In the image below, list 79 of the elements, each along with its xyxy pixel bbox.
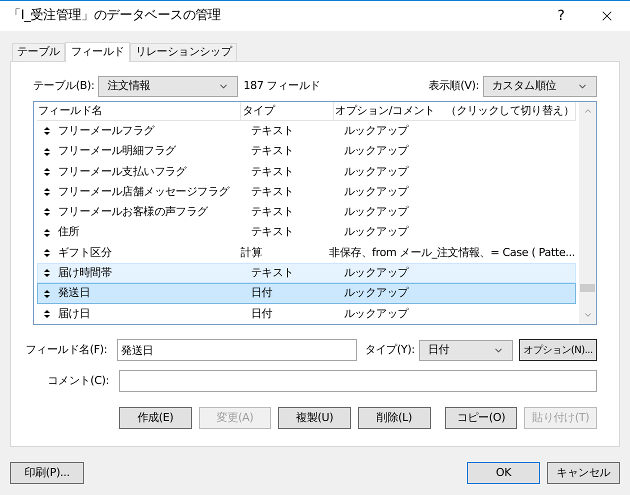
field-name: ギフト区分	[58, 244, 112, 261]
field-name: 発送日	[58, 285, 90, 302]
field-type: 日付	[251, 286, 272, 300]
options-button[interactable]: オプション(N)...	[519, 339, 597, 361]
field-options: 非保存、from メール_注文情報、= Case ( Patte...	[329, 246, 575, 259]
column-header[interactable]: フィールド名	[37, 102, 242, 120]
field-type: テキスト	[251, 124, 294, 138]
scrollbar[interactable]	[579, 102, 596, 324]
column-header[interactable]: オプション/コメント （クリックして切り替え）	[334, 102, 576, 120]
cancel-button[interactable]: キャンセル	[547, 462, 620, 484]
table-dropdown[interactable]: 注文情報	[98, 76, 238, 97]
drag-handle-icon	[44, 188, 50, 196]
drag-handle-icon	[44, 127, 50, 136]
type-dropdown[interactable]: 日付	[418, 340, 513, 360]
column-header[interactable]: タイプ	[241, 102, 334, 120]
field-name: フリーメールお客様の声フラグ	[58, 204, 208, 220]
tab[interactable]: リレーションシップ	[130, 43, 237, 61]
field-name: 住所	[58, 224, 80, 240]
action-button[interactable]: コピー(O)	[444, 407, 518, 429]
action-button[interactable]: 複製(U)	[278, 407, 352, 429]
field-row[interactable]: 届け時間帯 テキスト ルックアップ	[37, 263, 576, 284]
table-label: テーブル(B):	[33, 78, 94, 94]
action-button[interactable]: 作成(E)	[119, 407, 192, 429]
drag-handle-icon	[44, 208, 50, 216]
field-type: テキスト	[251, 164, 294, 178]
field-type: テキスト	[251, 144, 294, 158]
field-type: テキスト	[251, 225, 294, 238]
field-row[interactable]: 届け日 日付 ルックアップ	[37, 304, 576, 324]
field-row[interactable]: フリーメール明細フラグ テキスト ルックアップ	[37, 142, 576, 162]
type-label: タイプ(Y):	[364, 342, 415, 358]
field-type: テキスト	[251, 205, 294, 218]
field-options: ルックアップ	[344, 225, 408, 238]
drag-handle-icon	[44, 290, 50, 298]
tab[interactable]: フィールド	[64, 42, 130, 62]
sort-order-label: 表示順(V):	[428, 78, 479, 94]
field-row[interactable]: フリーメール支払いフラグ テキスト ルックアップ	[37, 162, 576, 182]
drag-handle-icon	[44, 168, 50, 176]
field-name: 届け日	[58, 306, 90, 322]
tab[interactable]: テーブル	[12, 43, 65, 61]
field-name: 届け時間帯	[58, 265, 112, 281]
help-button[interactable]: ?	[538, 1, 584, 31]
window-title: 「I_受注管理」のデータベースの管理	[8, 7, 222, 26]
field-row[interactable]: 発送日 日付 ルックアップ	[37, 283, 576, 304]
ok-button[interactable]: OK	[467, 462, 540, 484]
drag-handle-icon	[44, 248, 50, 257]
field-row[interactable]: ギフト区分 計算 非保存、from メール_注文情報、= Case ( Patte...	[37, 242, 576, 264]
field-type: 日付	[251, 306, 272, 320]
field-row[interactable]: フリーメール店舗メッセージフラグ テキスト ルックアップ	[37, 182, 576, 202]
drag-handle-icon	[44, 148, 50, 156]
print-button[interactable]: 印刷(P)...	[10, 462, 84, 484]
field-type: テキスト	[251, 266, 294, 279]
sort-order-dropdown[interactable]: カスタム順位	[483, 76, 597, 97]
field-options: ルックアップ	[344, 306, 408, 320]
field-name-input[interactable]: 発送日	[117, 339, 357, 361]
drag-handle-icon	[44, 228, 50, 237]
comment-label: コメント(C):	[46, 372, 109, 389]
drag-handle-icon	[44, 310, 50, 318]
field-options: ルックアップ	[344, 164, 408, 178]
field-type: テキスト	[251, 184, 294, 198]
scroll-thumb[interactable]	[580, 284, 595, 292]
field-type: 計算	[240, 246, 262, 259]
field-name: フリーメールフラグ	[58, 123, 154, 140]
field-options: ルックアップ	[344, 184, 408, 198]
field-count: 187 フィールド	[243, 78, 320, 94]
comment-input[interactable]	[119, 370, 597, 392]
field-options: ルックアップ	[344, 266, 408, 279]
field-options: ルックアップ	[344, 124, 408, 138]
field-row[interactable]: 住所 テキスト ルックアップ	[37, 222, 576, 243]
drag-handle-icon	[44, 269, 50, 278]
field-row[interactable]: フリーメールお客様の声フラグ テキスト ルックアップ	[37, 202, 576, 223]
field-name: フリーメール店舗メッセージフラグ	[58, 184, 230, 200]
field-options: ルックアップ	[344, 144, 408, 158]
field-options: ルックアップ	[344, 286, 408, 300]
field-name: フリーメール支払いフラグ	[58, 164, 186, 180]
field-name: フリーメール明細フラグ	[58, 143, 176, 160]
field-row[interactable]: フリーメールフラグ テキスト ルックアップ	[37, 121, 576, 142]
action-button[interactable]: 削除(L)	[358, 407, 431, 429]
field-name-label: フィールド名(F):	[25, 342, 108, 358]
field-options: ルックアップ	[344, 205, 408, 218]
